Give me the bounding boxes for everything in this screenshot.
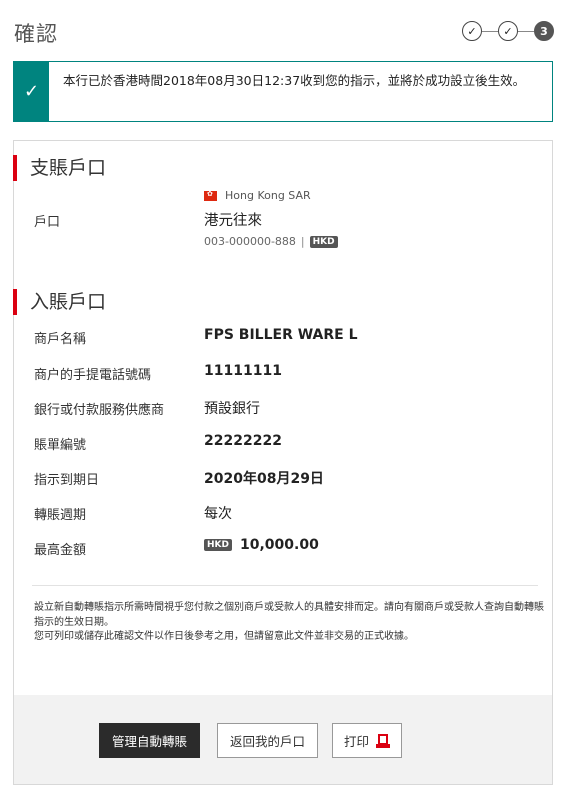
hong-kong-flag-icon [204,190,217,201]
expiry-date-value: 2020年08月29日 [204,471,324,487]
print-button[interactable]: 打印 [332,723,402,758]
separator: | [300,235,305,248]
frequency-label: 轉賬週期 [34,508,87,523]
step-connector [518,30,534,32]
bank-value: 預設銀行 [204,401,260,417]
manage-autopay-button[interactable]: 管理自動轉賬 [99,723,200,758]
max-amount-label: 最高金額 [34,543,87,558]
merchant-mobile-value: 11111111 [204,363,282,379]
max-amount-row: HKD 10,000.00 [204,537,319,553]
source-account-number: 003-000000-888 [204,235,296,248]
bank-label: 銀行或付款服務供應商 [34,403,165,418]
currency-badge: HKD [309,235,338,248]
expiry-date-label: 指示到期日 [34,473,100,488]
back-to-accounts-button[interactable]: 返回我的戶口 [217,723,318,758]
currency-badge: HKD [204,539,232,551]
max-amount-value: 10,000.00 [239,537,319,553]
source-account-label: 戶口 [34,215,61,230]
frequency-value: 每次 [204,506,232,522]
region-label: Hong Kong SAR [225,189,311,202]
step-2-complete-icon: ✓ [498,21,518,41]
action-footer: 管理自動轉賬 返回我的戶口 打印 [14,695,552,784]
bill-number-label: 賬單編號 [34,438,87,453]
divider [32,585,538,586]
account-region: Hong Kong SAR [204,189,311,202]
merchant-name-value: FPS BILLER WARE L [204,327,358,343]
disclaimer-line-2: 您可列印或儲存此確認文件以作日後參考之用，但請留意此文件並非交易的正式收據。 [34,631,414,642]
source-account-name: 港元往來 [204,213,262,229]
step-3-current: 3 [534,21,554,41]
print-button-label: 打印 [343,734,369,749]
bill-number-value: 22222222 [204,433,282,449]
checkmark-icon: ✓ [14,62,49,121]
step-connector [482,30,498,32]
step-1-complete-icon: ✓ [462,21,482,41]
merchant-name-label: 商戶名稱 [34,332,87,347]
source-account-number-row: 003-000000-888 | HKD [204,235,338,248]
pdf-icon [376,733,390,748]
progress-stepper: ✓ ✓ 3 [462,21,554,41]
alert-message: 本行已於香港時間2018年08月30日12:37收到您的指示，並將於成功設立後生… [63,73,526,88]
source-account-heading: 支賬戶口 [12,155,106,181]
merchant-mobile-label: 商户的手提電話號碼 [34,368,152,383]
confirmation-card: 支賬戶口 Hong Kong SAR 戶口 港元往來 003-000000-88… [12,140,553,785]
success-alert: ✓ 本行已於香港時間2018年08月30日12:37收到您的指示，並將於成功設立… [13,61,553,122]
disclaimer-notes: 設立新自動轉賬指示所需時間視乎您付款之個別商戶或受款人的具體安排而定。請向有關商… [34,601,544,645]
destination-account-heading: 入賬戶口 [12,289,106,315]
disclaimer-line-1: 設立新自動轉賬指示所需時間視乎您付款之個別商戶或受款人的具體安排而定。請向有關商… [34,602,544,628]
page-title: 確認 [14,22,58,46]
